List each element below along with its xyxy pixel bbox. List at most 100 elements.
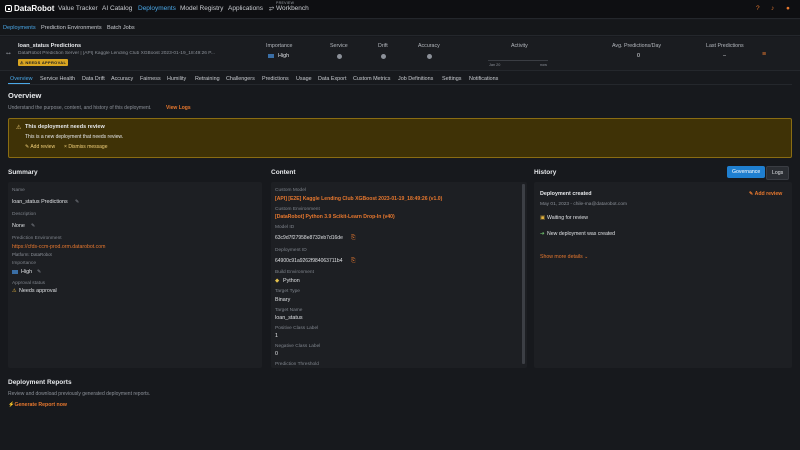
header-last-predictions: Last Predictions bbox=[706, 43, 744, 49]
edit-name-icon[interactable]: ✎ bbox=[75, 199, 79, 205]
chevron-down-icon: ⌄ bbox=[584, 254, 589, 260]
summary-platform: Platform: DataRobot bbox=[12, 252, 52, 257]
tab-service-health[interactable]: Service Health bbox=[40, 76, 75, 82]
edit-description-icon[interactable]: ✎ bbox=[31, 223, 35, 229]
page-title: Overview bbox=[8, 91, 42, 100]
tab-notifications[interactable]: Notifications bbox=[469, 76, 498, 82]
content-title: Content bbox=[271, 169, 296, 176]
tab-overview[interactable]: Overview bbox=[10, 76, 32, 82]
drift-status-icon[interactable] bbox=[381, 54, 386, 59]
deployment-menu-icon[interactable]: ≡ bbox=[762, 51, 766, 58]
negative-class-label: Negative Class Label bbox=[275, 344, 321, 349]
tab-fairness[interactable]: Fairness bbox=[140, 76, 161, 82]
target-name-label: Target Name bbox=[275, 308, 303, 313]
page-subtitle: Understand the purpose, content, and his… bbox=[8, 105, 152, 111]
waiting-icon: ▣ bbox=[540, 215, 546, 221]
governance-button[interactable]: Governance bbox=[727, 166, 766, 178]
tab-retraining[interactable]: Retraining bbox=[195, 76, 220, 82]
build-env-value: Python bbox=[283, 278, 300, 284]
deployment-id-value: 64900c91a9262f984063711b4 bbox=[275, 258, 343, 264]
accuracy-status-icon[interactable] bbox=[427, 54, 432, 59]
datarobot-logo[interactable]: DataRobot bbox=[5, 4, 54, 13]
header-service: Service bbox=[330, 43, 348, 49]
reports-title: Deployment Reports bbox=[8, 379, 72, 386]
pencil-icon: ✎ bbox=[25, 144, 30, 150]
nav-ai-catalog[interactable]: AI Catalog bbox=[102, 5, 132, 12]
custom-model-label: Custom Model bbox=[275, 188, 306, 193]
deployment-server: DataRobot Prediction Server | [API] Kagg… bbox=[18, 51, 215, 56]
summary-env-label: Prediction Environment bbox=[12, 236, 62, 241]
help-icon[interactable]: ? bbox=[756, 5, 760, 12]
history-add-review-link[interactable]: ✎ Add review bbox=[749, 191, 782, 197]
history-created: New deployment was created bbox=[547, 231, 616, 237]
nav-deployments[interactable]: Deployments bbox=[138, 5, 176, 12]
warning-message: This is a new deployment that needs revi… bbox=[25, 134, 124, 140]
subnav-prediction-environments[interactable]: Prediction Environments bbox=[41, 25, 102, 31]
summary-approval-value: Needs approval bbox=[19, 288, 57, 294]
summary-env-link[interactable]: https://cfds-ccm-prod.orm.datarobot.com bbox=[12, 244, 105, 250]
warning-icon: ⚠ bbox=[20, 60, 24, 65]
nav-applications[interactable]: Applications bbox=[228, 5, 263, 12]
warning-icon: ⚠ bbox=[16, 125, 22, 131]
nav-value-tracker[interactable]: Value Tracker bbox=[58, 5, 98, 12]
summary-title: Summary bbox=[8, 169, 38, 176]
custom-env-label: Custom Environment bbox=[275, 207, 320, 212]
negative-class-value: 0 bbox=[275, 351, 278, 357]
deployment-name: loan_status Predictions bbox=[18, 43, 82, 49]
tab-challengers[interactable]: Challengers bbox=[226, 76, 255, 82]
activity-start: Jan 20 bbox=[489, 63, 501, 67]
summary-approval-label: Approval status bbox=[12, 281, 46, 286]
importance-flag-icon bbox=[268, 54, 274, 58]
tab-accuracy[interactable]: Accuracy bbox=[111, 76, 133, 82]
nav-model-registry[interactable]: Model Registry bbox=[180, 5, 223, 12]
target-type-value: Binary bbox=[275, 297, 291, 303]
prediction-threshold-label: Prediction Threshold bbox=[275, 362, 319, 367]
target-name-value: loan_status bbox=[275, 315, 303, 321]
created-icon: ➔ bbox=[540, 231, 545, 237]
approval-warning-icon: ⚠ bbox=[12, 288, 17, 294]
deployment-type-icon: ⭤ bbox=[6, 51, 11, 57]
summary-importance-label: Importance bbox=[12, 261, 36, 266]
copy-model-id-icon[interactable]: ⎘ bbox=[351, 235, 355, 242]
summary-description-value: None bbox=[12, 223, 25, 229]
activity-end: now bbox=[540, 63, 547, 67]
notifications-icon[interactable]: ♪ bbox=[771, 5, 774, 12]
history-title: History bbox=[534, 169, 557, 176]
custom-env-link[interactable]: [DataRobot] Python 3.9 Scikit-Learn Drop… bbox=[275, 214, 395, 220]
subnav-deployments[interactable]: Deployments bbox=[3, 25, 36, 31]
tab-predictions[interactable]: Predictions bbox=[262, 76, 289, 82]
tab-job-definitions[interactable]: Job Definitions bbox=[398, 76, 433, 82]
activity-sparkline bbox=[488, 60, 548, 61]
user-avatar-icon[interactable]: ● bbox=[786, 5, 790, 12]
content-scrollbar[interactable] bbox=[522, 184, 525, 364]
summary-name-value: loan_status Predictions bbox=[12, 199, 68, 205]
history-event-date: May 01, 2023 - chile-ma@datarobot.com bbox=[540, 202, 627, 207]
tab-data-export[interactable]: Data Export bbox=[318, 76, 346, 82]
tab-usage[interactable]: Usage bbox=[296, 76, 312, 82]
close-icon: × bbox=[64, 144, 67, 150]
generate-report-link[interactable]: ⚡Generate Report now bbox=[8, 402, 67, 408]
warning-add-review-link[interactable]: ✎ Add review bbox=[25, 144, 55, 150]
view-logs-link[interactable]: View Logs bbox=[166, 105, 191, 111]
nav-workbench[interactable]: ⥂ Workbench bbox=[269, 5, 309, 13]
tab-custom-metrics[interactable]: Custom Metrics bbox=[353, 76, 390, 82]
summary-importance-value: High bbox=[21, 269, 33, 275]
review-warning-banner bbox=[8, 118, 792, 158]
build-env-label: Build Environment bbox=[275, 270, 314, 275]
show-more-details-link[interactable]: Show more details ⌄ bbox=[540, 254, 589, 260]
tab-settings[interactable]: Settings bbox=[442, 76, 461, 82]
copy-deployment-id-icon[interactable]: ⎘ bbox=[351, 258, 355, 265]
service-status-icon[interactable] bbox=[337, 54, 342, 59]
tab-data-drift[interactable]: Data Drift bbox=[82, 76, 105, 82]
target-type-label: Target Type bbox=[275, 289, 300, 294]
header-accuracy: Accuracy bbox=[418, 43, 440, 49]
logs-button[interactable]: Logs bbox=[766, 166, 790, 180]
pencil-icon: ✎ bbox=[749, 191, 754, 197]
model-id-label: Model ID bbox=[275, 225, 295, 230]
tab-humility[interactable]: Humility bbox=[167, 76, 186, 82]
warning-dismiss-link[interactable]: × Dismiss message bbox=[64, 144, 108, 150]
custom-model-link[interactable]: [API] [E2E] Kaggle Lending Club XGBoost … bbox=[275, 196, 442, 202]
subnav-batch-jobs[interactable]: Batch Jobs bbox=[107, 25, 135, 31]
edit-importance-icon[interactable]: ✎ bbox=[37, 269, 41, 275]
datarobot-logo-icon bbox=[5, 5, 12, 12]
